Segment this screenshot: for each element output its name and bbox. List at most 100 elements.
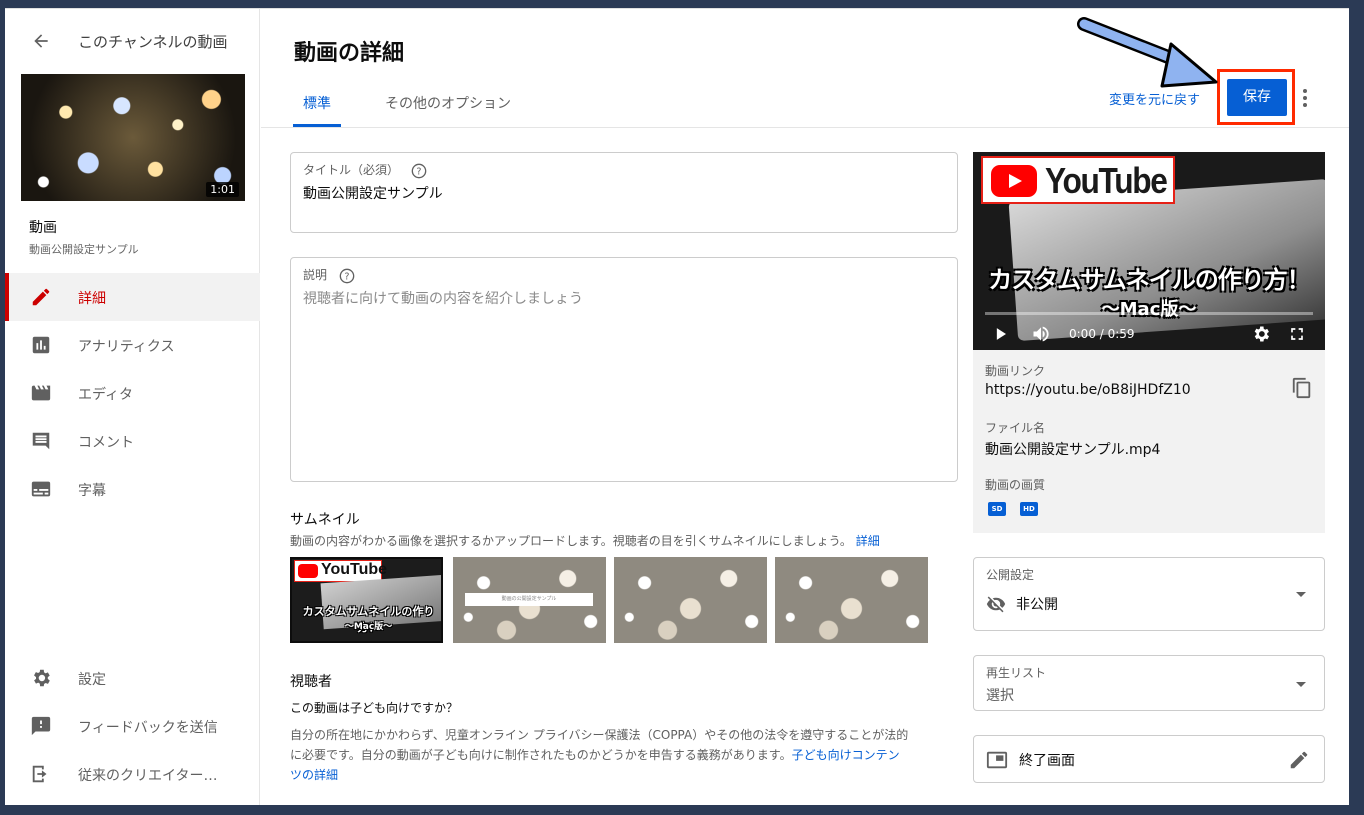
kids-content-link[interactable]: 子ども向けコンテン xyxy=(792,748,900,762)
sidebar-item-classic-studio[interactable]: 従来のクリエイター… xyxy=(5,750,260,798)
audience-desc-line1: 自分の所在地にかかわらず、児童オンライン プライバシー保護法（COPPA）やその… xyxy=(290,728,909,742)
video-label: 動画 xyxy=(29,220,57,236)
page-title: 動画の詳細 xyxy=(294,41,405,66)
clapper-icon xyxy=(31,385,51,401)
gear-icon[interactable] xyxy=(1251,324,1271,344)
progress-bar[interactable] xyxy=(985,312,1313,315)
audience-title: 視聴者 xyxy=(290,674,332,690)
tab-more-options[interactable]: その他のオプション xyxy=(385,93,511,113)
youtube-logo: YouTube xyxy=(981,156,1175,204)
audience-question: この動画は子ども向けですか？ xyxy=(290,701,459,715)
youtube-play-icon xyxy=(991,165,1037,197)
sd-badge: SD xyxy=(988,502,1006,516)
kids-content-link-cont[interactable]: ツの詳細 xyxy=(290,768,338,782)
video-player[interactable]: YouTube カスタムサムネイルの作り方！ 〜Mac版〜 0:00 / 0:5… xyxy=(973,152,1325,350)
pencil-icon[interactable] xyxy=(1288,749,1310,771)
hd-badge: HD xyxy=(1020,502,1038,516)
youtube-logo-text: YouTube xyxy=(1045,160,1168,201)
svg-text:?: ? xyxy=(416,166,421,177)
pencil-icon xyxy=(32,288,50,306)
sidebar-item-feedback[interactable]: フィードバックを送信 xyxy=(5,702,260,750)
tab-basic[interactable]: 標準 xyxy=(303,93,331,113)
thumbnail-option-auto-1[interactable]: 動画の公開設定サンプル xyxy=(453,557,606,643)
save-highlight-box: 保存 xyxy=(1217,69,1295,125)
sidebar-item-label: アナリティクス xyxy=(78,339,175,355)
video-thumbnail[interactable]: 1:01 xyxy=(21,74,245,201)
playlist-value: 選択 xyxy=(986,688,1014,704)
header-divider xyxy=(261,127,1349,128)
play-icon[interactable] xyxy=(991,324,1011,344)
sidebar-item-label: フィードバックを送信 xyxy=(78,720,218,736)
end-screen-label: 終了画面 xyxy=(1019,753,1075,769)
help-icon[interactable]: ? xyxy=(411,163,427,179)
more-vert-icon[interactable] xyxy=(1300,87,1310,109)
annotation-arrow-icon xyxy=(1077,17,1218,88)
player-controls: 0:00 / 0:59 xyxy=(973,306,1325,350)
feedback-icon xyxy=(31,716,51,736)
video-subtitle: 動画公開設定サンプル xyxy=(29,243,139,256)
analytics-icon xyxy=(32,336,50,354)
title-input[interactable]: 動画公開設定サンプル xyxy=(303,183,443,203)
dropdown-caret-icon xyxy=(1296,592,1306,597)
video-link[interactable]: https://youtu.be/oB8iJHDfZ10 xyxy=(985,382,1191,398)
sidebar-item-details[interactable]: 詳細 xyxy=(5,273,260,321)
mini-logo-box: YouTube xyxy=(294,560,387,582)
youtube-play-icon xyxy=(298,564,318,578)
main-content: 動画の詳細 標準 その他のオプション 変更を元に戻す 保存 タイトル（必須） ?… xyxy=(261,9,1349,805)
title-field[interactable]: タイトル（必須） ? 動画公開設定サンプル xyxy=(290,152,958,233)
svg-text:?: ? xyxy=(344,271,349,282)
thumbnail-desc: 動画の内容がわかる画像を選択するかアップロードします。視聴者の目を引くサムネイル… xyxy=(290,532,880,549)
gear-icon xyxy=(34,669,50,687)
thumbnail-option-auto-2[interactable] xyxy=(614,557,767,643)
playlist-select[interactable]: 再生リスト 選択 xyxy=(973,655,1325,711)
back-arrow-icon[interactable] xyxy=(31,31,51,51)
visibility-label: 公開設定 xyxy=(986,568,1035,582)
description-field[interactable]: 説明 ? 視聴者に向けて動画の内容を紹介しましょう xyxy=(290,257,958,482)
studio-window: このチャンネルの動画 1:01 動画 動画公開設定サンプル 詳細 アナリティクス… xyxy=(5,8,1349,805)
thumbnail-option-custom[interactable]: YouTube カスタムサムネイルの作り方！ 〜Mac版〜 xyxy=(290,557,443,643)
visibility-value: 非公開 xyxy=(1016,597,1058,613)
mini-title-bar: 動画の公開設定サンプル xyxy=(465,593,593,606)
thumbnail-title: サムネイル xyxy=(290,512,360,528)
back-row[interactable]: このチャンネルの動画 xyxy=(5,27,260,55)
thumbnail-learn-more-link[interactable]: 詳細 xyxy=(856,534,880,548)
copy-icon[interactable] xyxy=(1291,377,1313,399)
sidebar-item-analytics[interactable]: アナリティクス xyxy=(5,321,260,369)
sidebar-item-settings[interactable]: 設定 xyxy=(5,654,260,702)
sidebar-item-label: コメント xyxy=(78,435,134,451)
visibility-select[interactable]: 公開設定 非公開 xyxy=(973,557,1325,631)
playlist-label: 再生リスト xyxy=(986,666,1047,680)
file-name-label: ファイル名 xyxy=(985,421,1046,435)
fullscreen-icon[interactable] xyxy=(1287,324,1307,344)
sidebar-item-label: 従来のクリエイター… xyxy=(78,768,218,784)
exit-icon xyxy=(32,765,47,783)
sidebar-item-editor[interactable]: エディタ xyxy=(5,369,260,417)
thumbnail-desc-text: 動画の内容がわかる画像を選択するかアップロードします。視聴者の目を引くサムネイル… xyxy=(290,534,852,548)
sidebar-item-subtitles[interactable]: 字幕 xyxy=(5,465,260,513)
sidebar-item-label: 設定 xyxy=(78,672,106,688)
description-label: 説明 ? xyxy=(303,266,355,284)
save-button[interactable]: 保存 xyxy=(1227,79,1287,116)
sidebar-item-label: 詳細 xyxy=(78,291,106,307)
end-screen-row[interactable]: 終了画面 xyxy=(973,735,1325,783)
audience-desc-line3: ツの詳細 xyxy=(290,766,338,783)
end-screen-icon xyxy=(986,751,1008,769)
volume-icon[interactable] xyxy=(1031,324,1051,344)
audience-desc-line2: に必要です。自分の動画が子ども向けに制作されたものかどうかを申告する義務がありま… xyxy=(290,746,900,763)
comment-icon xyxy=(32,432,50,450)
audience-desc-text: に必要です。自分の動画が子ども向けに制作されたものかどうかを申告する義務がありま… xyxy=(290,748,792,762)
description-input[interactable]: 視聴者に向けて動画の内容を紹介しましょう xyxy=(303,288,583,308)
sidebar-item-label: エディタ xyxy=(78,387,134,403)
player-caption-1: カスタムサムネイルの作り方！ xyxy=(988,266,1311,294)
subtitles-icon xyxy=(31,481,51,497)
preview-card: YouTube カスタムサムネイルの作り方！ 〜Mac版〜 0:00 / 0:5… xyxy=(973,152,1325,533)
mini-logo-text: YouTube xyxy=(321,561,388,578)
sidebar-item-comments[interactable]: コメント xyxy=(5,417,260,465)
mini-caption-2: 〜Mac版〜 xyxy=(344,622,393,632)
description-label-text: 説明 xyxy=(303,268,328,282)
thumbnail-option-auto-3[interactable] xyxy=(775,557,928,643)
title-label-text: タイトル（必須） xyxy=(303,163,400,177)
video-link-label: 動画リンク xyxy=(985,364,1046,378)
help-icon[interactable]: ? xyxy=(339,268,355,284)
duration-badge: 1:01 xyxy=(206,182,239,197)
